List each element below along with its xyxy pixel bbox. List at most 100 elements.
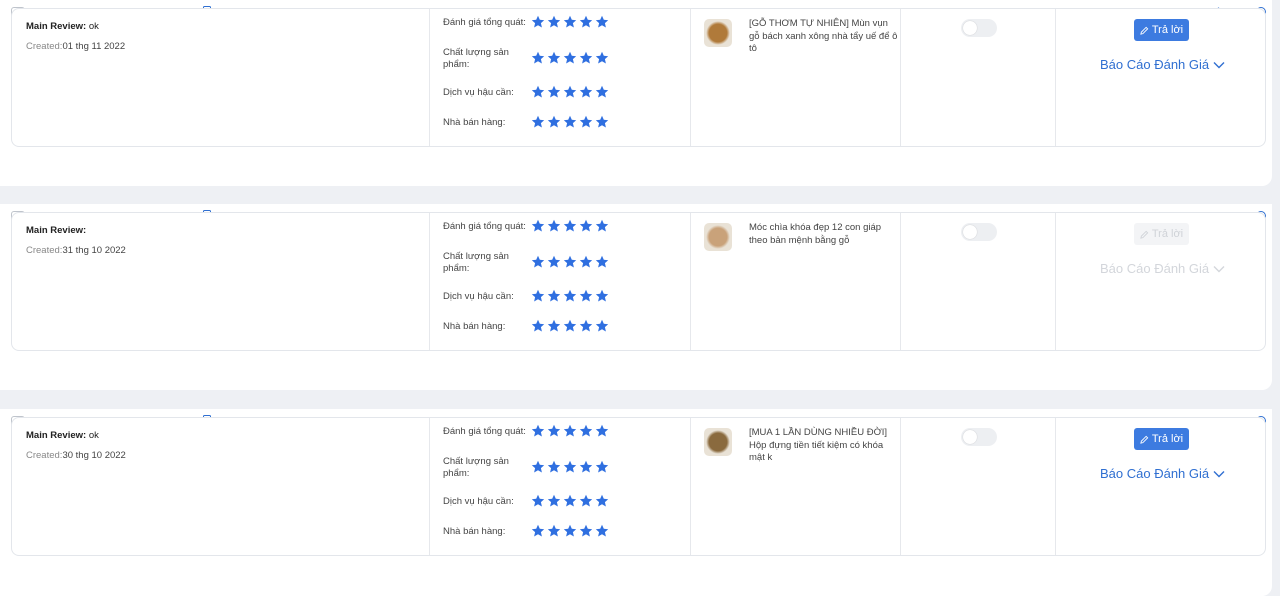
- reply-button[interactable]: Trả lời: [1134, 223, 1189, 245]
- created-date: Created:01 thg 11 2022: [26, 41, 125, 52]
- star-icon: [579, 524, 593, 537]
- star-icon: [531, 255, 545, 268]
- main-review-label: Main Review:: [26, 21, 87, 32]
- column-divider: [690, 418, 691, 555]
- star-icon: [579, 15, 593, 28]
- star-icon: [595, 219, 609, 232]
- rating-label: Dịch vụ hậu cần:: [443, 87, 514, 98]
- reply-label: Trả lời: [1151, 228, 1184, 240]
- star-icon: [595, 255, 609, 268]
- star-icon: [563, 85, 577, 98]
- star-rating: [531, 460, 609, 476]
- created-label: Created:: [26, 41, 63, 52]
- star-icon: [547, 115, 561, 128]
- reply-button[interactable]: Trả lời: [1134, 428, 1189, 450]
- visibility-toggle[interactable]: [961, 223, 997, 241]
- rating-label: Đánh giá tổng quát:: [443, 426, 526, 437]
- visibility-toggle[interactable]: [961, 428, 997, 446]
- order-review-block: Đơn hàng: 377552901922986 0375294777 Mai…: [0, 409, 1272, 596]
- star-icon: [595, 289, 609, 302]
- star-icon: [531, 319, 545, 332]
- report-review-dropdown[interactable]: Báo Cáo Đánh Giá: [1100, 261, 1225, 276]
- created-date: Created:31 thg 10 2022: [26, 245, 126, 256]
- star-rating: [531, 494, 609, 510]
- main-review: Main Review: ok: [26, 430, 99, 441]
- star-rating: [531, 15, 609, 31]
- star-icon: [563, 15, 577, 28]
- reply-button[interactable]: Trả lời: [1134, 19, 1189, 41]
- star-icon: [595, 51, 609, 64]
- created-label: Created:: [26, 450, 63, 461]
- column-divider: [429, 418, 430, 555]
- created-value: 30 thg 10 2022: [62, 450, 126, 461]
- star-icon: [579, 289, 593, 302]
- toggle-knob: [963, 21, 977, 35]
- main-review-label: Main Review:: [26, 430, 87, 441]
- star-icon: [531, 15, 545, 28]
- product-thumbnail[interactable]: [704, 19, 732, 47]
- rating-label: Chất lượng sản phẩm:: [443, 456, 509, 479]
- star-icon: [595, 424, 609, 437]
- star-icon: [563, 289, 577, 302]
- report-review-dropdown[interactable]: Báo Cáo Đánh Giá: [1100, 466, 1225, 481]
- star-icon: [579, 115, 593, 128]
- column-divider: [900, 418, 901, 555]
- review-card: Main Review: Created:31 thg 10 2022 Đánh…: [11, 212, 1266, 351]
- column-divider: [690, 213, 691, 350]
- column-divider: [1055, 213, 1056, 350]
- created-value: 01 thg 11 2022: [62, 41, 126, 52]
- column-divider: [1055, 418, 1056, 555]
- star-icon: [579, 219, 593, 232]
- star-icon: [547, 51, 561, 64]
- product-thumbnail[interactable]: [704, 428, 732, 456]
- star-icon: [579, 424, 593, 437]
- created-date: Created:30 thg 10 2022: [26, 450, 126, 461]
- star-icon: [563, 219, 577, 232]
- report-review-dropdown[interactable]: Báo Cáo Đánh Giá: [1100, 57, 1225, 72]
- star-rating: [531, 289, 609, 305]
- rating-label: Nhà bán hàng:: [443, 321, 506, 332]
- created-label: Created:: [26, 245, 63, 256]
- star-icon: [563, 115, 577, 128]
- column-divider: [900, 213, 901, 350]
- report-label: Báo Cáo Đánh Giá: [1100, 466, 1210, 481]
- star-icon: [595, 319, 609, 332]
- star-icon: [579, 494, 593, 507]
- star-rating: [531, 319, 609, 335]
- main-review: Main Review:: [26, 225, 86, 236]
- star-rating: [531, 255, 609, 271]
- star-icon: [579, 255, 593, 268]
- star-icon: [595, 524, 609, 537]
- rating-label: Nhà bán hàng:: [443, 117, 506, 128]
- star-icon: [563, 255, 577, 268]
- star-icon: [563, 460, 577, 473]
- report-label: Báo Cáo Đánh Giá: [1100, 261, 1210, 276]
- star-icon: [563, 494, 577, 507]
- star-icon: [563, 424, 577, 437]
- star-rating: [531, 219, 609, 235]
- rating-label: Đánh giá tổng quát:: [443, 221, 526, 232]
- star-icon: [531, 460, 545, 473]
- star-icon: [547, 524, 561, 537]
- visibility-toggle[interactable]: [961, 19, 997, 37]
- edit-icon: [1140, 26, 1149, 35]
- created-value: 31 thg 10 2022: [62, 245, 126, 256]
- star-icon: [531, 115, 545, 128]
- star-icon: [531, 289, 545, 302]
- chevron-down-icon: [1213, 470, 1225, 477]
- star-icon: [547, 319, 561, 332]
- product-name: [GỖ THƠM TỰ NHIÊN] Mùn vụn gỗ bách xanh …: [749, 18, 898, 54]
- toggle-knob: [963, 430, 977, 444]
- star-rating: [531, 51, 609, 67]
- reply-label: Trả lời: [1151, 433, 1184, 445]
- star-icon: [531, 524, 545, 537]
- column-divider: [429, 213, 430, 350]
- star-icon: [595, 494, 609, 507]
- product-thumbnail[interactable]: [704, 223, 732, 251]
- star-icon: [547, 494, 561, 507]
- star-icon: [547, 85, 561, 98]
- report-label: Báo Cáo Đánh Giá: [1100, 57, 1210, 72]
- rating-label: Chất lượng sản phẩm:: [443, 251, 509, 274]
- star-icon: [579, 460, 593, 473]
- star-rating: [531, 115, 609, 131]
